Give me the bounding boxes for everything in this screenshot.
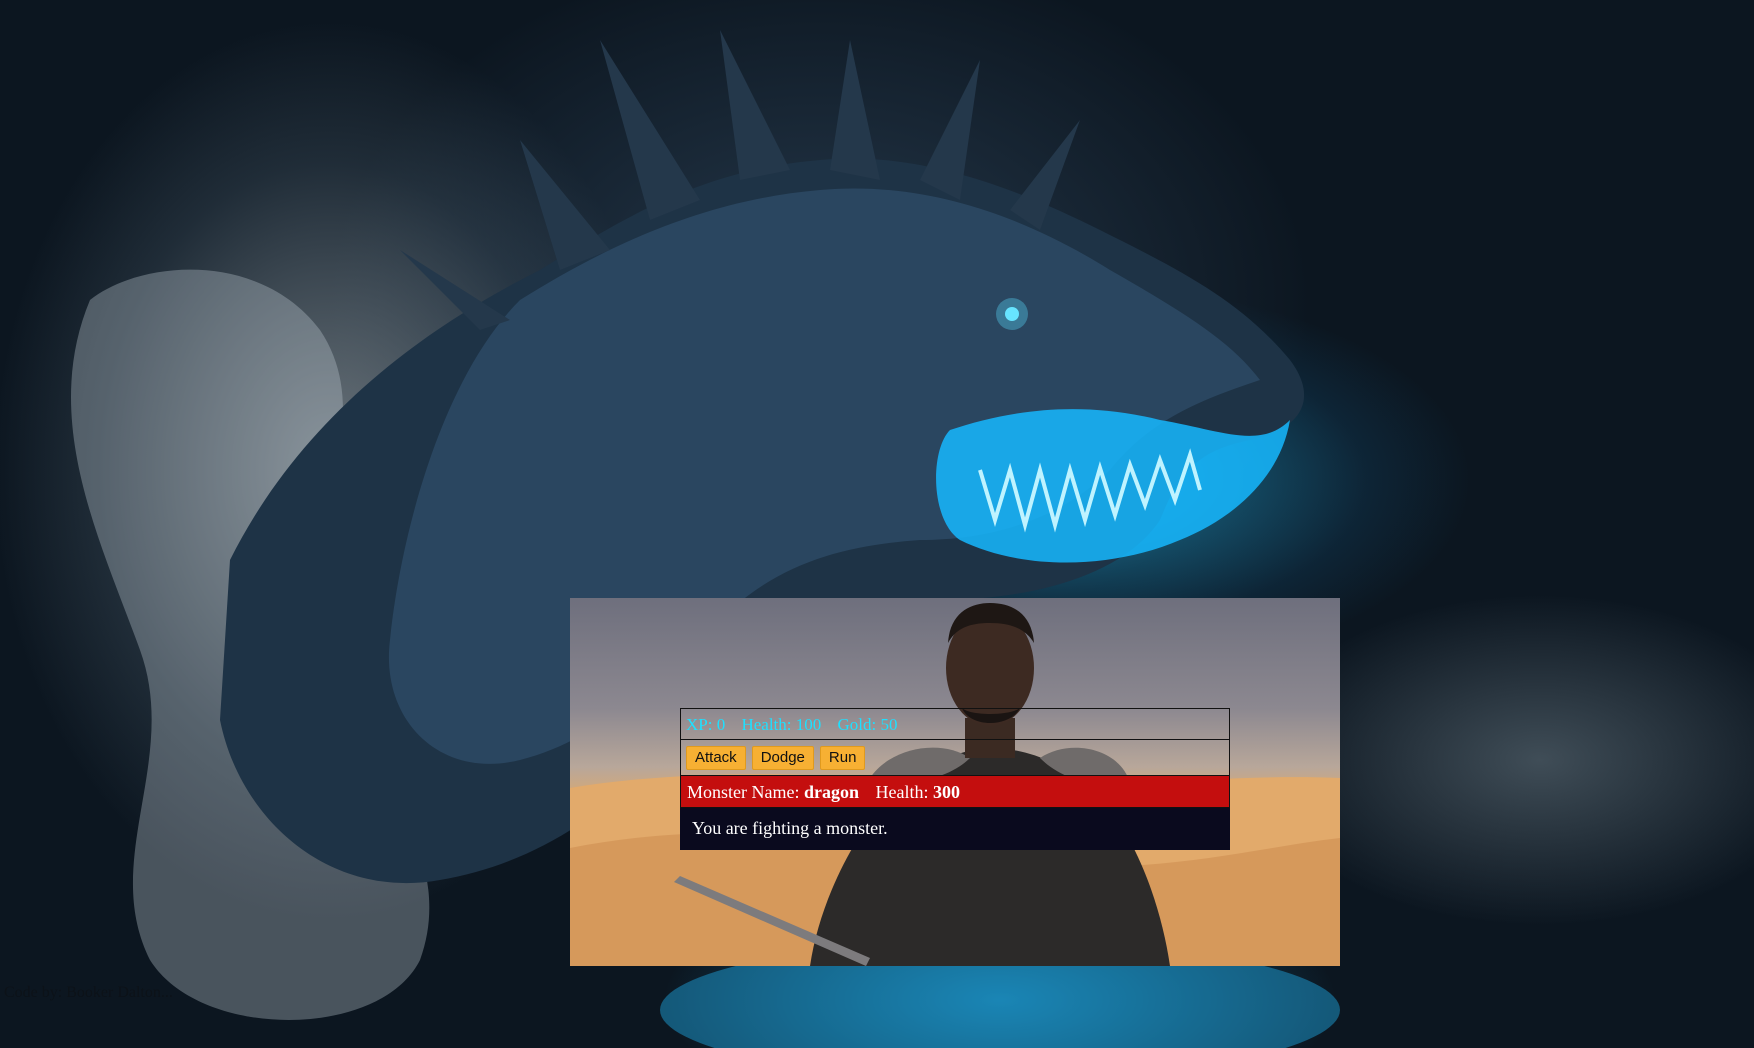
monster-stats: Monster Name: dragon Health: 300 [680, 776, 1230, 808]
xp-label: XP: [686, 715, 713, 734]
health-stat: Health: 100 [741, 715, 821, 734]
run-button[interactable]: Run [819, 746, 866, 770]
gold-label: Gold: [837, 715, 877, 734]
game-panel: XP: 0 Health: 100 Gold: 50 Attack Dodge … [680, 708, 1230, 850]
game-message: You are fighting a monster. [680, 808, 1230, 850]
xp-value: 0 [716, 715, 726, 734]
attack-button[interactable]: Attack [686, 746, 746, 770]
monster-health: 300 [932, 782, 960, 802]
action-controls: Attack Dodge Run [680, 740, 1230, 776]
xp-stat: XP: 0 [686, 715, 725, 734]
gold-value: 50 [880, 715, 898, 734]
monster-name-label: Monster Name: [687, 782, 800, 802]
player-stats: XP: 0 Health: 100 Gold: 50 [680, 708, 1230, 740]
gold-stat: Gold: 50 [838, 715, 898, 734]
monster-health-label: Health: [875, 782, 929, 802]
game-window: XP: 0 Health: 100 Gold: 50 Attack Dodge … [570, 598, 1340, 966]
dodge-button[interactable]: Dodge [751, 746, 814, 770]
health-value: 100 [795, 715, 822, 734]
monster-name: dragon [803, 782, 859, 802]
credit-text: Code by: Booker Dalton... [4, 984, 173, 1001]
health-label: Health: [741, 715, 792, 734]
